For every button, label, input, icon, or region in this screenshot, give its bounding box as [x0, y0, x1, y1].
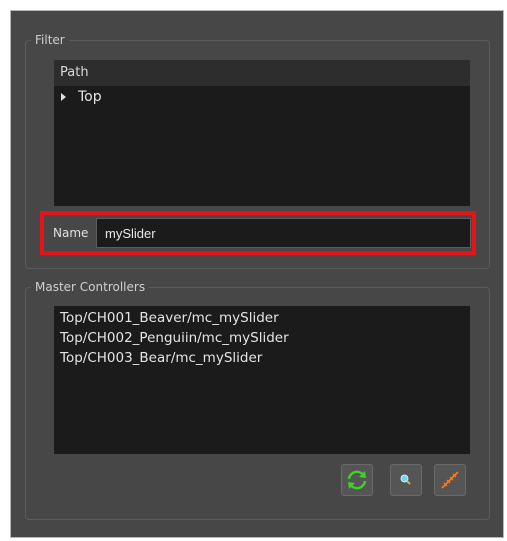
expand-arrow-icon[interactable] — [61, 93, 66, 101]
tree-item-label: Top — [78, 89, 102, 105]
path-tree[interactable]: Path Top — [54, 60, 470, 206]
master-controllers-title: Master Controllers — [31, 279, 150, 295]
tree-item-top[interactable]: Top — [54, 86, 470, 108]
list-item[interactable]: Top/CH001_Beaver/mc_mySlider — [54, 308, 470, 328]
link-button[interactable] — [434, 464, 466, 496]
name-label: Name — [53, 226, 89, 240]
master-controllers-list[interactable]: Top/CH001_Beaver/mc_mySlider Top/CH002_P… — [54, 306, 470, 454]
path-column-header[interactable]: Path — [54, 60, 470, 86]
select-button[interactable] — [390, 464, 422, 496]
select-icon — [400, 474, 411, 485]
name-input[interactable] — [96, 218, 471, 248]
list-item[interactable]: Top/CH003_Bear/mc_mySlider — [54, 348, 470, 368]
filter-group-title: Filter — [31, 32, 69, 48]
refresh-button[interactable] — [341, 464, 373, 496]
link-icon — [441, 471, 459, 489]
name-filter-highlight: Name — [40, 211, 476, 255]
list-item[interactable]: Top/CH002_Penguiin/mc_mySlider — [54, 328, 470, 348]
refresh-icon — [347, 470, 367, 490]
